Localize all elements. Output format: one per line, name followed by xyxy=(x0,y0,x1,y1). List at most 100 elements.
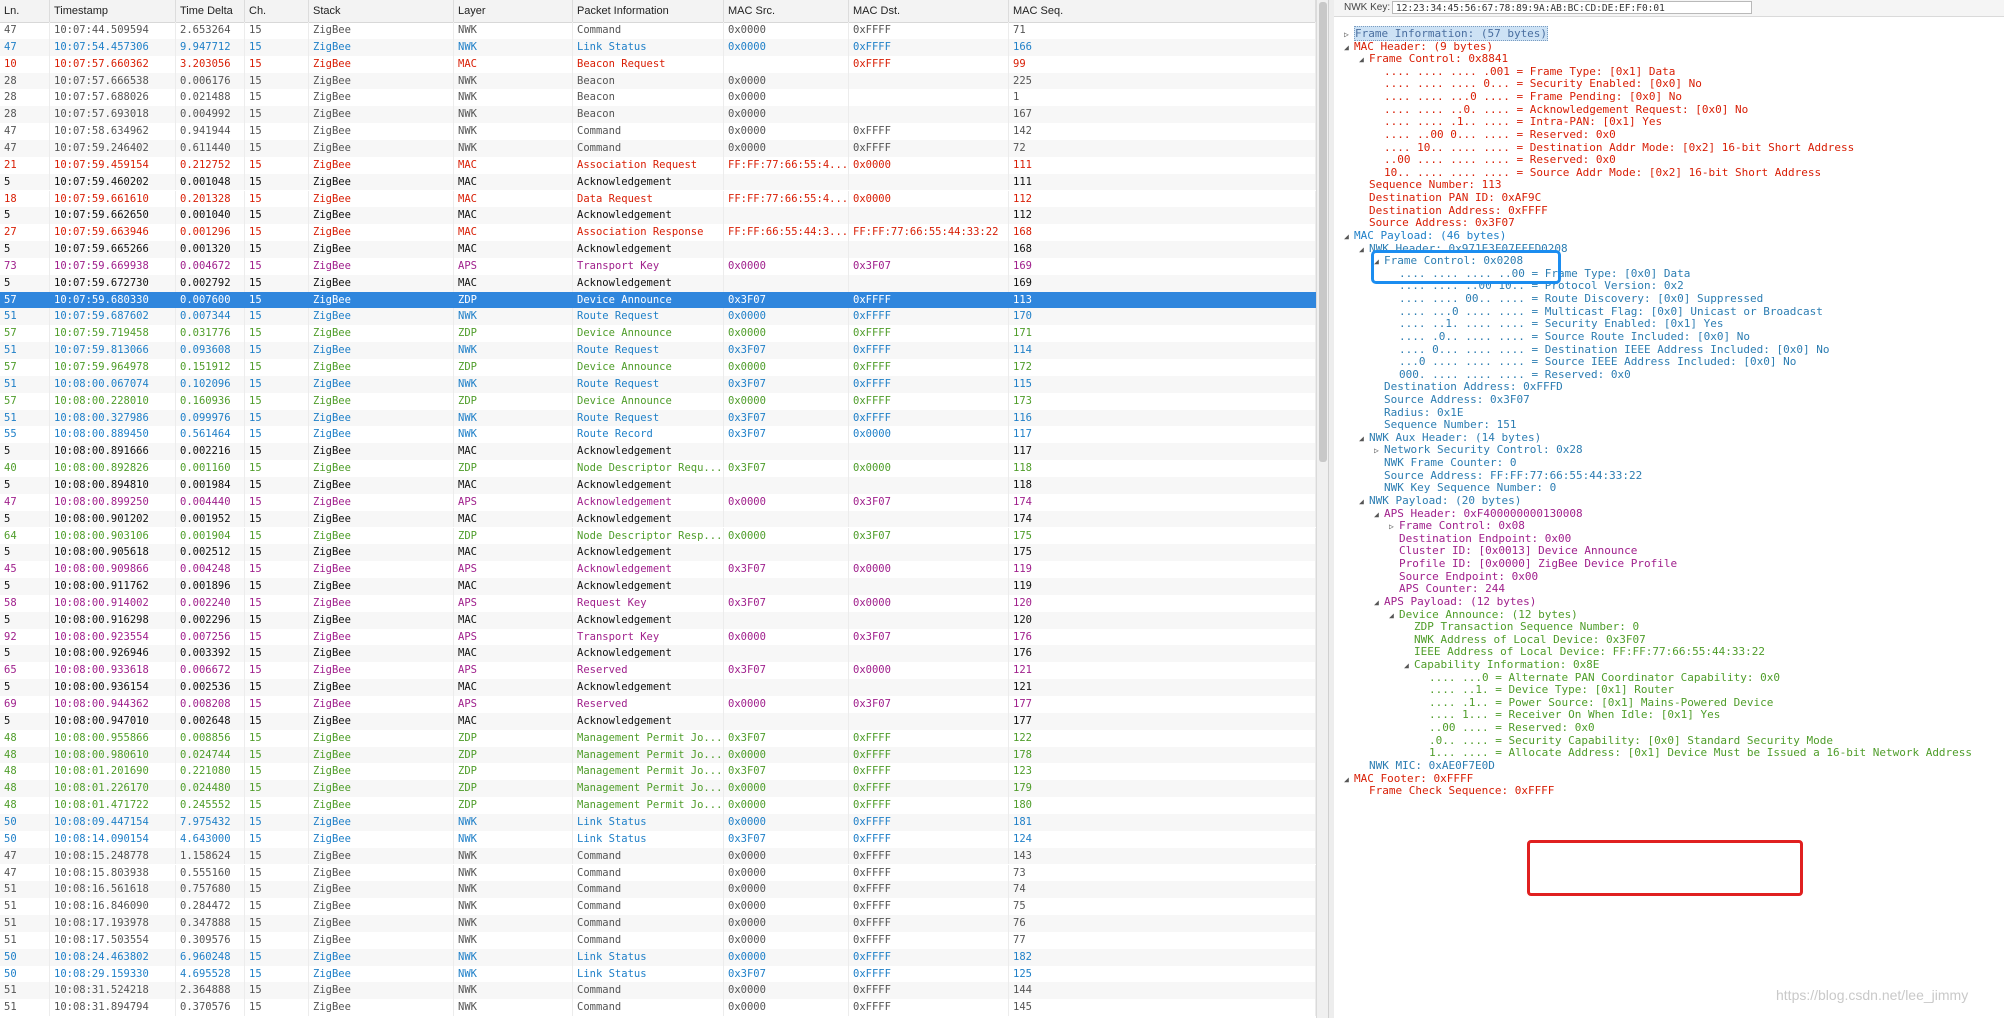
table-row[interactable]: 47 10:07:54.457306 9.947712 15 ZigBee NWK Link… xyxy=(0,38,1316,56)
table-row[interactable]: 5 10:08:00.916298 0.002296 15 ZigBee MAC Ackno… xyxy=(0,611,1316,629)
table-row[interactable]: 47 10:08:00.899250 0.004440 15 ZigBee APS Ackn… xyxy=(0,493,1316,511)
cell-layer: MAC xyxy=(454,156,573,174)
table-row[interactable]: 51 10:07:59.687602 0.007344 15 ZigBee NWK Rout… xyxy=(0,308,1316,326)
table-row[interactable]: 5 10:07:59.665266 0.001320 15 ZigBee MAC Ackno… xyxy=(0,241,1316,258)
table-row[interactable]: 5 10:08:00.926946 0.003392 15 ZigBee MAC Ackno… xyxy=(0,645,1316,663)
column-header-mac-dst[interactable]: MAC Dst. xyxy=(849,0,1009,22)
cell-channel: 15 xyxy=(245,965,309,983)
column-header-ln[interactable]: Ln. xyxy=(0,0,50,22)
collapse-triangle-icon[interactable]: ◢ xyxy=(1344,40,1354,56)
table-row[interactable]: 27 10:07:59.663946 0.001296 15 ZigBee MAC Asso… xyxy=(0,224,1316,242)
table-row[interactable]: 50 10:08:14.090154 4.643000 15 ZigBee NWK Link… xyxy=(0,830,1316,848)
collapse-triangle-icon[interactable]: ◢ xyxy=(1359,431,1369,447)
table-row[interactable]: 5 10:08:00.947010 0.002648 15 ZigBee MAC Ackno… xyxy=(0,712,1316,730)
column-header-stack[interactable]: Stack xyxy=(309,0,454,22)
table-row[interactable]: 5 10:08:00.936154 0.002536 15 ZigBee MAC Ackno… xyxy=(0,679,1316,696)
cell-mac-seq: 173 xyxy=(1009,392,1316,410)
table-row[interactable]: 48 10:08:00.955866 0.008856 15 ZigBee ZDP Mana… xyxy=(0,729,1316,747)
cell-channel: 15 xyxy=(245,999,309,1017)
table-row[interactable]: 51 10:07:59.813066 0.093608 15 ZigBee NWK Rout… xyxy=(0,342,1316,359)
table-row[interactable]: 69 10:08:00.944362 0.008208 15 ZigBee APS Rese… xyxy=(0,696,1316,713)
table-row[interactable]: 51 10:08:16.561618 0.757680 15 ZigBee NWK Comm… xyxy=(0,881,1316,899)
cell-channel: 15 xyxy=(245,207,309,225)
cell-layer: NWK xyxy=(454,915,573,932)
table-row[interactable]: 65 10:08:00.933618 0.006672 15 ZigBee APS Rese… xyxy=(0,662,1316,680)
nwk-key-input[interactable]: 12:23:34:45:56:67:78:89:9A:AB:BC:CD:DE:E… xyxy=(1392,1,1752,14)
cell-channel: 15 xyxy=(245,426,309,444)
table-row[interactable]: 57 10:08:00.228010 0.160936 15 ZigBee ZDP Devi… xyxy=(0,392,1316,410)
table-row[interactable]: 5 10:08:00.905618 0.002512 15 ZigBee MAC Ackno… xyxy=(0,544,1316,562)
table-row-selected[interactable]: 57 10:07:59.680330 0.007600 15 ZigBee ZDP Devi… xyxy=(0,291,1316,309)
column-header-channel[interactable]: Ch. xyxy=(245,0,309,22)
collapse-triangle-icon[interactable]: ◢ xyxy=(1344,229,1354,245)
table-row[interactable]: 51 10:08:31.524218 2.364888 15 ZigBee NWK Comm… xyxy=(0,982,1316,1000)
table-row[interactable]: 51 10:08:00.067074 0.102096 15 ZigBee NWK Rout… xyxy=(0,375,1316,393)
collapse-triangle-icon[interactable]: ◢ xyxy=(1344,772,1354,788)
cell-stack: ZigBee xyxy=(309,982,454,1000)
table-row[interactable]: 50 10:08:09.447154 7.975432 15 ZigBee NWK Link… xyxy=(0,813,1316,831)
collapse-triangle-icon[interactable]: ◢ xyxy=(1374,507,1384,523)
table-row[interactable]: 5 10:08:00.911762 0.001896 15 ZigBee MAC Ackno… xyxy=(0,578,1316,595)
column-header-mac-seq[interactable]: MAC Seq. xyxy=(1009,0,1316,22)
table-row[interactable]: 58 10:08:00.914002 0.002240 15 ZigBee APS Requ… xyxy=(0,594,1316,612)
column-header-timestamp[interactable]: Timestamp xyxy=(50,0,176,22)
table-row[interactable]: 5 10:07:59.672730 0.002792 15 ZigBee MAC Ackno… xyxy=(0,274,1316,292)
cell-channel: 15 xyxy=(245,578,309,595)
table-row[interactable]: 51 10:08:17.193978 0.347888 15 ZigBee NWK Comm… xyxy=(0,915,1316,932)
collapse-triangle-icon[interactable]: ◢ xyxy=(1359,52,1369,68)
cell-time-delta: 6.960248 xyxy=(176,948,245,966)
table-row[interactable]: 45 10:08:00.909866 0.004248 15 ZigBee APS Ackn… xyxy=(0,561,1316,579)
collapse-triangle-icon[interactable]: ◢ xyxy=(1389,608,1399,624)
cell-ln: 57 xyxy=(0,291,50,309)
cell-packet-information: Command xyxy=(573,982,724,1000)
table-row[interactable]: 47 10:08:15.803938 0.555160 15 ZigBee NWK Comm… xyxy=(0,864,1316,882)
column-header-mac-src[interactable]: MAC Src. xyxy=(724,0,849,22)
table-row[interactable]: 28 10:07:57.693018 0.004992 15 ZigBee NWK Beac… xyxy=(0,106,1316,124)
table-row[interactable]: 57 10:07:59.719458 0.031776 15 ZigBee ZDP Devi… xyxy=(0,325,1316,343)
table-row[interactable]: 47 10:08:15.248778 1.158624 15 ZigBee NWK Comm… xyxy=(0,847,1316,865)
table-row[interactable]: 10 10:07:57.660362 3.203056 15 ZigBee MAC Beac… xyxy=(0,55,1316,73)
table-row[interactable]: 47 10:07:59.246402 0.611440 15 ZigBee NWK Comm… xyxy=(0,139,1316,157)
table-row[interactable]: 47 10:07:44.509594 2.653264 15 ZigBee NWK Comm… xyxy=(0,22,1316,39)
table-row[interactable]: 28 10:07:57.666538 0.006176 15 ZigBee NWK Beac… xyxy=(0,72,1316,90)
table-row[interactable]: 5 10:07:59.460202 0.001048 15 ZigBee MAC Ackno… xyxy=(0,173,1316,191)
table-row[interactable]: 51 10:08:00.327986 0.099976 15 ZigBee NWK Rout… xyxy=(0,409,1316,427)
table-row[interactable]: 48 10:08:01.471722 0.245552 15 ZigBee ZDP Mana… xyxy=(0,797,1316,814)
cell-channel: 15 xyxy=(245,847,309,865)
collapse-triangle-icon[interactable]: ◢ xyxy=(1359,242,1369,258)
column-header-time-delta[interactable]: Time Delta xyxy=(176,0,245,22)
table-row[interactable]: 40 10:08:00.892826 0.001160 15 ZigBee ZDP Node… xyxy=(0,460,1316,477)
table-row[interactable]: 48 10:08:00.980610 0.024744 15 ZigBee ZDP Mana… xyxy=(0,746,1316,764)
collapse-triangle-icon[interactable]: ◢ xyxy=(1359,494,1369,510)
table-row[interactable]: 64 10:08:00.903106 0.001904 15 ZigBee ZDP Node… xyxy=(0,527,1316,545)
table-row[interactable]: 5 10:08:00.894810 0.001984 15 ZigBee MAC Ackno… xyxy=(0,476,1316,494)
table-row[interactable]: 28 10:07:57.688026 0.021488 15 ZigBee NWK Beac… xyxy=(0,89,1316,107)
tree-node[interactable]: Frame Check Sequence: 0xFFFF xyxy=(1359,783,1554,799)
table-row[interactable]: 92 10:08:00.923554 0.007256 15 ZigBee APS Tran… xyxy=(0,628,1316,646)
table-row[interactable]: 47 10:07:58.634962 0.941944 15 ZigBee NWK Comm… xyxy=(0,123,1316,140)
table-row[interactable]: 50 10:08:29.159330 4.695528 15 ZigBee NWK Link… xyxy=(0,965,1316,983)
collapse-triangle-icon[interactable]: ◢ xyxy=(1404,658,1414,674)
table-row[interactable]: 51 10:08:17.503554 0.309576 15 ZigBee NWK Comm… xyxy=(0,931,1316,949)
table-row[interactable]: 5 10:08:00.891666 0.002216 15 ZigBee MAC Ackno… xyxy=(0,443,1316,461)
table-row[interactable]: 55 10:08:00.889450 0.561464 15 ZigBee NWK Rout… xyxy=(0,426,1316,444)
table-row[interactable]: 18 10:07:59.661610 0.201328 15 ZigBee MAC Data… xyxy=(0,190,1316,208)
cell-layer: APS xyxy=(454,493,573,511)
packet-list-scroll-thumb[interactable] xyxy=(1319,2,1327,462)
table-row[interactable]: 73 10:07:59.669938 0.004672 15 ZigBee APS Tran… xyxy=(0,257,1316,275)
tree-node[interactable]: 1... .... = Allocate Address: [0x1] Devi… xyxy=(1419,745,1972,761)
table-row[interactable]: 50 10:08:24.463802 6.960248 15 ZigBee NWK Link… xyxy=(0,948,1316,966)
column-header-layer[interactable]: Layer xyxy=(454,0,573,22)
table-row[interactable]: 5 10:07:59.662650 0.001040 15 ZigBee MAC Ackno… xyxy=(0,207,1316,225)
cell-time-delta: 0.284472 xyxy=(176,898,245,916)
table-row[interactable]: 48 10:08:01.226170 0.024480 15 ZigBee ZDP Mana… xyxy=(0,780,1316,798)
cell-mac-src: 0x0000 xyxy=(724,106,849,124)
table-row[interactable]: 57 10:07:59.964978 0.151912 15 ZigBee ZDP Devi… xyxy=(0,359,1316,376)
collapse-triangle-icon[interactable]: ◢ xyxy=(1374,595,1384,611)
table-row[interactable]: 21 10:07:59.459154 0.212752 15 ZigBee MAC Asso… xyxy=(0,156,1316,174)
table-row[interactable]: 51 10:08:16.846090 0.284472 15 ZigBee NWK Comm… xyxy=(0,898,1316,916)
column-header-packet-information[interactable]: Packet Information xyxy=(573,0,724,22)
table-row[interactable]: 48 10:08:01.201690 0.221080 15 ZigBee ZDP Mana… xyxy=(0,763,1316,781)
table-row[interactable]: 5 10:08:00.901202 0.001952 15 ZigBee MAC Ackno… xyxy=(0,510,1316,528)
table-row[interactable]: 51 10:08:31.894794 0.370576 15 ZigBee NWK Comm… xyxy=(0,999,1316,1017)
